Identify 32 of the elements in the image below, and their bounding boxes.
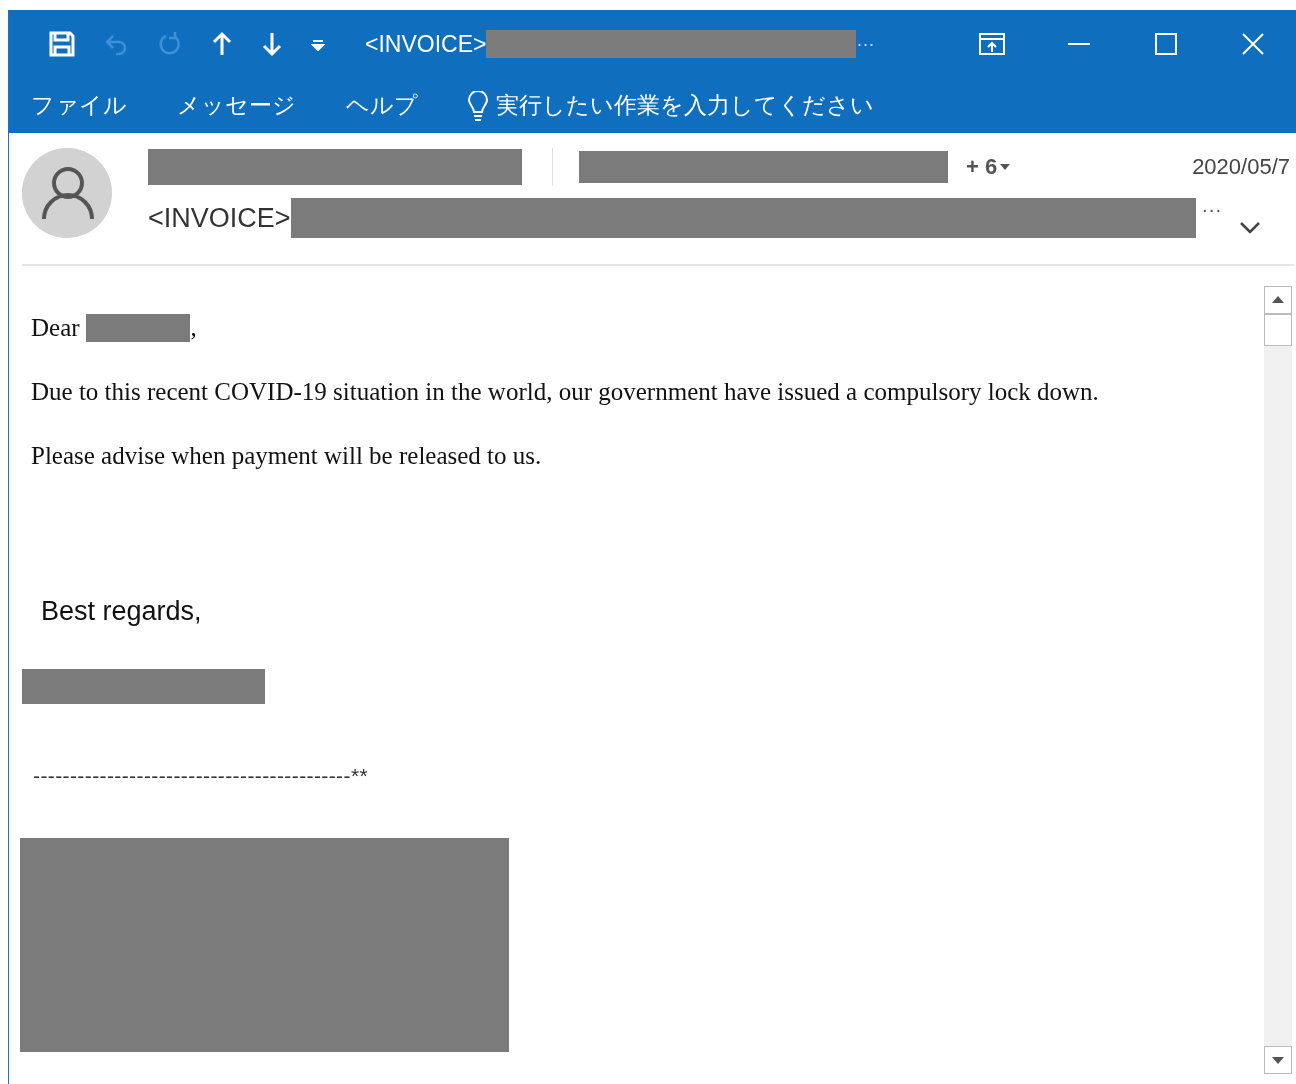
subject-overflow: ··· [1201, 198, 1222, 221]
sent-date: 2020/05/7 [1192, 154, 1290, 180]
caret-icon[interactable] [1000, 164, 1011, 170]
body-paragraph: Please advise when payment will be released to us. [31, 442, 543, 470]
close-icon[interactable] [1241, 33, 1264, 55]
scroll-up-icon[interactable] [1264, 286, 1292, 314]
scroll-thumb[interactable] [1264, 314, 1292, 346]
chevron-down-icon[interactable] [1239, 222, 1260, 234]
menu-tab[interactable]: ファイル [31, 90, 127, 121]
greeting-comma: , [190, 314, 197, 342]
avatar-icon [22, 148, 112, 238]
save-icon[interactable] [49, 31, 75, 57]
maximize-icon[interactable] [1154, 33, 1177, 55]
down-arrow-icon[interactable] [261, 31, 283, 57]
scroll-down-icon[interactable] [1264, 1046, 1292, 1074]
title-overflow: ··· [856, 33, 875, 55]
greeting-text: Dear [31, 314, 80, 342]
minimize-icon[interactable] [1067, 42, 1090, 46]
ribbon-display-icon[interactable] [978, 33, 1005, 55]
menu-tab[interactable]: ヘルプ [346, 90, 418, 121]
up-arrow-icon[interactable] [211, 31, 233, 57]
lightbulb-icon [468, 90, 488, 121]
menu-tab[interactable]: メッセージ [177, 90, 296, 121]
closing-text: Best regards, [41, 596, 203, 627]
more-recipients[interactable]: + 6 [966, 154, 998, 180]
separator-text: -------------------------------------------** [33, 764, 370, 788]
email-subject: <INVOICE> [148, 202, 291, 234]
customize-icon[interactable] [311, 37, 325, 51]
scrollbar[interactable] [1264, 286, 1292, 1074]
window-title: <INVOICE> [365, 30, 487, 58]
tell-me-search[interactable]: 実行したい作業を入力してください [496, 90, 874, 121]
body-paragraph: Due to this recent COVID-19 situation in the world, our government have issued a compulsory lock down. [31, 378, 1100, 406]
